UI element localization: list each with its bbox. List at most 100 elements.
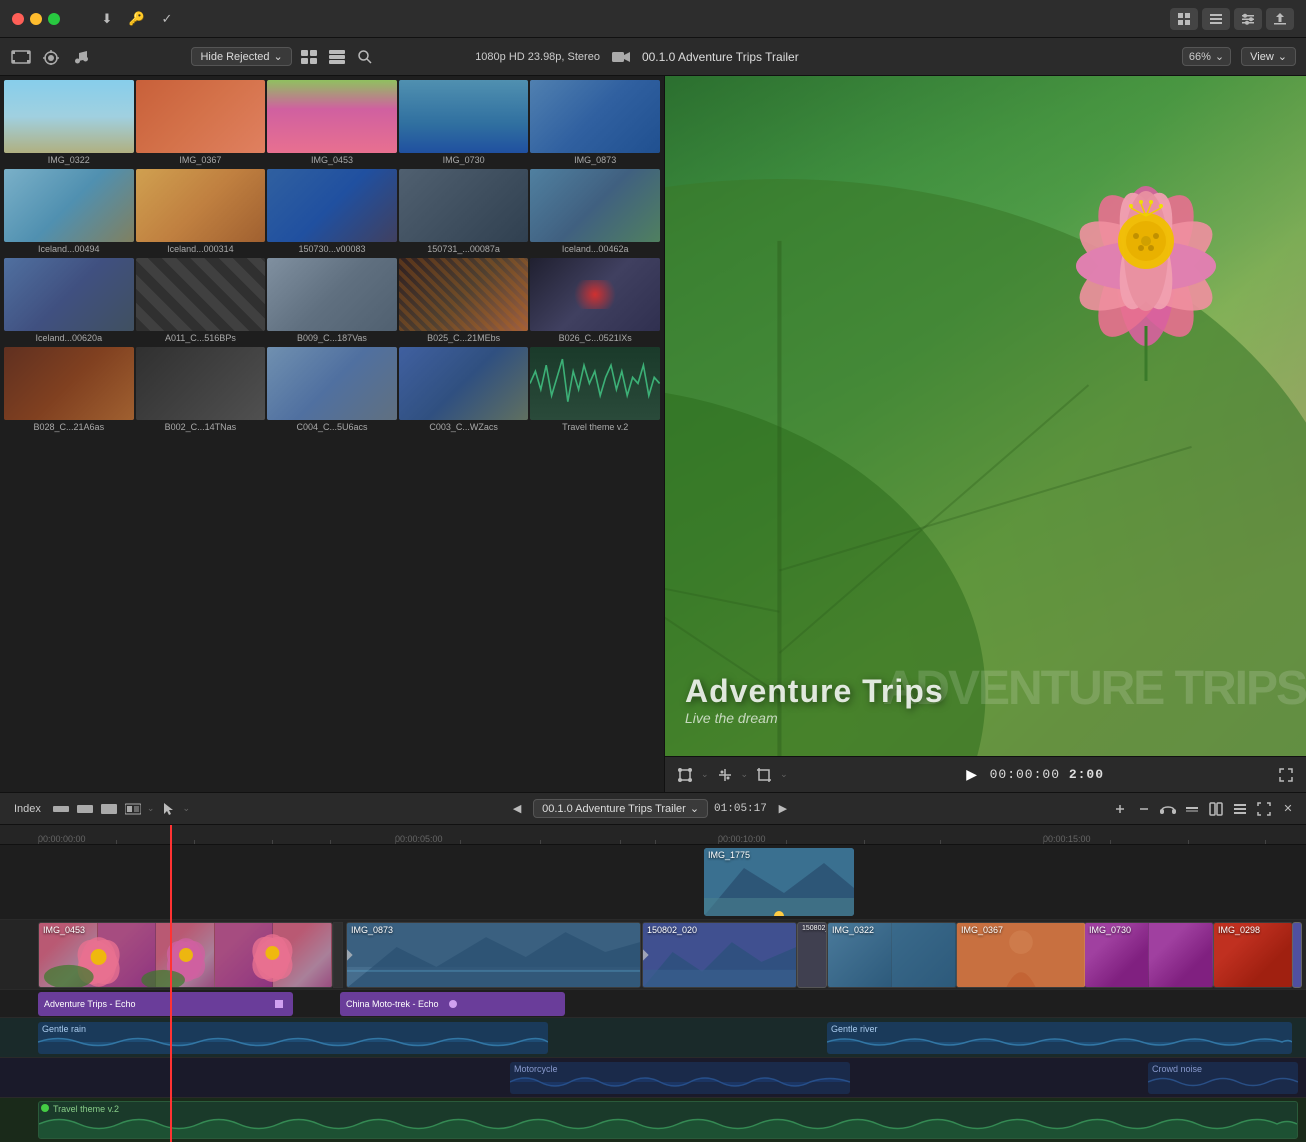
clip-img0322[interactable]: IMG_0322 — [827, 922, 957, 988]
preview-controls: ⌄ ⌄ ⌄ — [665, 756, 1306, 792]
zoom-out-icon[interactable] — [1134, 799, 1154, 819]
media-import-icon[interactable] — [10, 46, 32, 68]
timeline-nav-next[interactable]: ▶ — [773, 799, 793, 819]
media-item-iceland620[interactable]: Iceland...00620a — [4, 258, 134, 345]
media-item-img0322[interactable]: IMG_0322 — [4, 80, 134, 167]
list-view-button[interactable] — [1202, 8, 1230, 30]
window-controls[interactable] — [12, 13, 60, 25]
timeline-ruler: 00:00:00:00 00:00:05:00 00:00:10:00 00:0… — [0, 825, 1306, 845]
transform-icon[interactable] — [675, 765, 695, 785]
preview-watermark: ADVENTURE TRIPS — [883, 661, 1306, 716]
check-icon[interactable]: ✓ — [156, 8, 178, 30]
grid-view-button[interactable] — [1170, 8, 1198, 30]
media-item-a011[interactable]: A011_C...516BPs — [136, 258, 266, 345]
media-item-iceland314[interactable]: Iceland...000314 — [136, 169, 266, 256]
media-item-c003[interactable]: C003_C...WZacs — [399, 347, 529, 434]
close-timeline-icon[interactable]: ✕ — [1278, 799, 1298, 819]
play-button[interactable]: ▶ — [960, 763, 984, 787]
toolbar-center: Hide Rejected ⌄ — [102, 46, 465, 68]
playback-controls: ▶ 00:00:00 2:00 — [796, 763, 1268, 787]
index-button[interactable]: Index — [8, 801, 47, 817]
clip-150802-020[interactable]: 150802_020 — [642, 922, 797, 988]
clip-img0453[interactable]: IMG_0453 — [38, 922, 333, 988]
media-item-150730[interactable]: 150730...v00083 — [267, 169, 397, 256]
audio-icon[interactable] — [1158, 799, 1178, 819]
split-view-icon[interactable] — [1206, 799, 1226, 819]
close-button[interactable] — [12, 13, 24, 25]
title-bar: ⬇ 🔑 ✓ — [0, 0, 1306, 38]
clip-150802-012[interactable]: 150802_012 — [797, 922, 827, 988]
clip-size-small-icon[interactable] — [51, 799, 71, 819]
music-track: Travel theme v.2 — [0, 1098, 1306, 1142]
timeline-nav-prev[interactable]: ◀ — [507, 799, 527, 819]
timeline-tracks[interactable]: 00:00:00:00 00:00:05:00 00:00:10:00 00:0… — [0, 825, 1306, 1142]
clip-15[interactable] — [1292, 922, 1302, 988]
media-item-b009[interactable]: B009_C...187Vas — [267, 258, 397, 345]
media-item-img0453[interactable]: IMG_0453 — [267, 80, 397, 167]
media-item-b028[interactable]: B028_C...21A6as — [4, 347, 134, 434]
audio-clip-motorcycle[interactable]: Motorcycle — [510, 1062, 850, 1094]
collapse-audio-icon[interactable] — [1182, 799, 1202, 819]
media-item-150731[interactable]: 150731_...00087a — [399, 169, 529, 256]
clip-img0367[interactable]: IMG_0367 — [956, 922, 1086, 988]
audio-clip-china-echo[interactable]: China Moto-trek - Echo — [340, 992, 565, 1016]
media-item-iceland462[interactable]: Iceland...00462a — [530, 169, 660, 256]
clip-img0873[interactable]: IMG_0873 — [346, 922, 641, 988]
project-title: 00.1.0 Adventure Trips Trailer — [642, 50, 799, 64]
camera-icon[interactable] — [610, 46, 632, 68]
hide-rejected-button[interactable]: Hide Rejected ⌄ — [191, 47, 291, 66]
audio-track-1: Gentle rain Gentle river — [0, 1018, 1306, 1058]
media-item-img0730[interactable]: IMG_0730 — [399, 80, 529, 167]
zoom-button[interactable] — [48, 13, 60, 25]
crop-icon[interactable] — [754, 765, 774, 785]
browser-layout-icon[interactable] — [326, 46, 348, 68]
audio-clip-travel-theme[interactable]: Travel theme v.2 — [38, 1101, 1298, 1139]
inspector-button[interactable] — [1234, 8, 1262, 30]
timeline-toolbar-right: ✕ — [1110, 799, 1298, 819]
audio-clip-crowd-noise[interactable]: Crowd noise — [1148, 1062, 1298, 1094]
fullscreen-icon[interactable] — [1276, 765, 1296, 785]
media-item-img0873[interactable]: IMG_0873 — [530, 80, 660, 167]
minimize-button[interactable] — [30, 13, 42, 25]
project-name-button[interactable]: 00.1.0 Adventure Trips Trailer ⌄ — [533, 799, 708, 818]
audio-clip-adventure-echo[interactable]: Adventure Trips - Echo — [38, 992, 293, 1016]
preview-video: ADVENTURE TRIPS Adventure Trips Live the… — [665, 76, 1306, 756]
media-browser: IMG_0322 IMG_0367 IMG_0453 IMG_0730 IMG_… — [0, 76, 665, 792]
media-item-b002[interactable]: B002_C...14TNas — [136, 347, 266, 434]
media-item-img0367[interactable]: IMG_0367 — [136, 80, 266, 167]
media-item-c004[interactable]: C004_C...5U6acs — [267, 347, 397, 434]
primary-video-track: IMG_0453 — [0, 920, 1306, 990]
preview-left-controls: ⌄ ⌄ ⌄ — [675, 765, 788, 785]
view-controls — [1170, 8, 1294, 30]
clip-size-large-icon[interactable] — [99, 799, 119, 819]
audio-icon[interactable] — [70, 46, 92, 68]
trim-icon[interactable] — [715, 765, 735, 785]
transition-gap — [333, 922, 343, 988]
clip-appearance-button[interactable] — [123, 799, 143, 819]
b-roll-track: IMG_1775 — [0, 845, 1306, 920]
select-tool-icon[interactable] — [158, 799, 178, 819]
zoom-in-icon[interactable] — [1110, 799, 1130, 819]
media-item-travel[interactable]: Travel theme v.2 — [530, 347, 660, 434]
key-icon[interactable]: 🔑 — [126, 8, 148, 30]
audio-clip-gentle-river[interactable]: Gentle river — [827, 1022, 1292, 1054]
clip-size-medium-icon[interactable] — [75, 799, 95, 819]
audio-clip-gentle-rain[interactable]: Gentle rain — [38, 1022, 548, 1054]
timeline-list-icon[interactable] — [1230, 799, 1250, 819]
media-item-b026[interactable]: B026_C...0521IXs — [530, 258, 660, 345]
zoom-control[interactable]: 66% ⌄ — [1182, 47, 1231, 66]
view-button[interactable]: View ⌄ — [1241, 47, 1296, 66]
photos-icon[interactable] — [40, 46, 62, 68]
layout-icon[interactable] — [298, 46, 320, 68]
toolbar-left — [10, 46, 92, 68]
clip-img1775[interactable]: IMG_1775 — [704, 848, 854, 916]
media-item-iceland494[interactable]: Iceland...00494 — [4, 169, 134, 256]
track-container: 00:00:00:00 00:00:05:00 00:00:10:00 00:0… — [0, 825, 1306, 1142]
media-item-b025[interactable]: B025_C...21MEbs — [399, 258, 529, 345]
clip-img0298[interactable]: IMG_0298 — [1213, 922, 1293, 988]
download-icon[interactable]: ⬇ — [96, 8, 118, 30]
export-button[interactable] — [1266, 8, 1294, 30]
search-icon[interactable] — [354, 46, 376, 68]
timeline-fullscreen-icon[interactable] — [1254, 799, 1274, 819]
clip-img0730[interactable]: IMG_0730 — [1084, 922, 1214, 988]
